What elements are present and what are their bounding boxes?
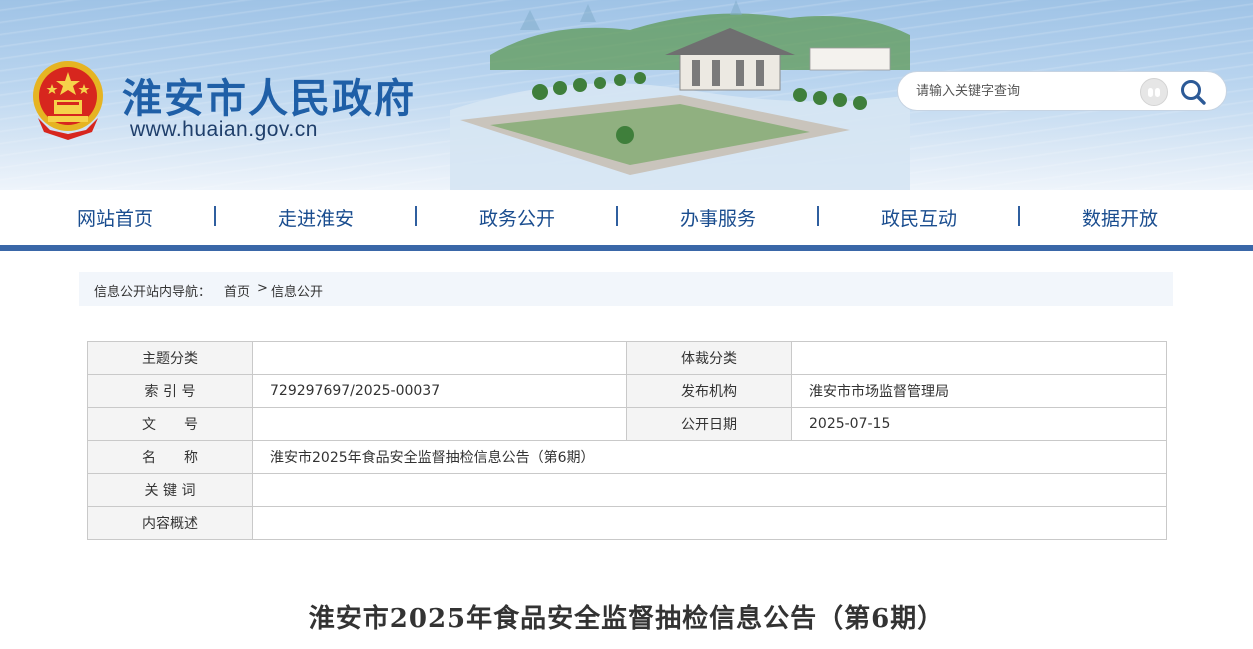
breadcrumb-prefix: 信息公开站内导航：	[94, 285, 212, 300]
voice-search-icon[interactable]	[1140, 78, 1168, 106]
keywords-label: 关 键 词	[87, 473, 253, 507]
table-row: 索 引 号 729297697/2025-00037 发布机构 淮安市市场监督管…	[87, 374, 1167, 408]
landscape-illustration	[450, 0, 910, 190]
nav-separator	[415, 206, 417, 226]
summary-value	[252, 506, 1167, 540]
publisher-value: 淮安市市场监督管理局	[791, 374, 1167, 408]
table-row: 名 称 淮安市2025年食品安全监督抽检信息公告（第6期）	[87, 440, 1167, 474]
date-label: 公开日期	[626, 407, 792, 441]
nav-separator	[214, 206, 216, 226]
nav-separator	[616, 206, 618, 226]
topic-value	[252, 341, 627, 375]
docno-label: 文 号	[87, 407, 253, 441]
table-row: 关 键 词	[87, 473, 1167, 507]
table-row: 文 号 公开日期 2025-07-15	[87, 407, 1167, 441]
summary-label: 内容概述	[87, 506, 253, 540]
topic-label: 主题分类	[87, 341, 253, 375]
genre-label: 体裁分类	[626, 341, 792, 375]
breadcrumb-current-link[interactable]: 信息公开	[271, 285, 323, 300]
index-label: 索 引 号	[87, 374, 253, 408]
breadcrumb: 信息公开站内导航： 首页 > 信息公开	[79, 272, 1173, 306]
name-label: 名 称	[87, 440, 253, 474]
main-nav: 网站首页 走进淮安 政务公开 办事服务 政民互动 数据开放	[0, 190, 1253, 245]
keywords-value	[252, 473, 1167, 507]
name-value: 淮安市2025年食品安全监督抽检信息公告（第6期）	[252, 440, 1167, 474]
nav-separator	[817, 206, 819, 226]
table-row: 内容概述	[87, 506, 1167, 540]
document-info-table: 主题分类 体裁分类 索 引 号 729297697/2025-00037 发布机…	[87, 341, 1167, 540]
search-box	[897, 71, 1227, 111]
genre-value	[791, 341, 1167, 375]
table-row: 主题分类 体裁分类	[87, 341, 1167, 375]
breadcrumb-separator: >	[257, 281, 268, 296]
nav-underline-bar	[0, 245, 1253, 251]
nav-services[interactable]: 办事服务	[680, 204, 756, 231]
nav-separator	[1018, 206, 1020, 226]
national-emblem-icon	[33, 61, 103, 140]
site-domain: www.huaian.gov.cn	[130, 118, 318, 141]
article-title: 淮安市2025年食品安全监督抽检信息公告（第6期）	[308, 604, 945, 634]
search-input[interactable]	[916, 80, 1136, 102]
nav-interaction[interactable]: 政民互动	[881, 204, 957, 231]
site-name: 淮安市人民政府	[122, 76, 416, 122]
header-banner: 淮安市人民政府 www.huaian.gov.cn	[0, 0, 1253, 190]
index-value: 729297697/2025-00037	[252, 374, 627, 408]
date-value: 2025-07-15	[791, 407, 1167, 441]
nav-government-affairs[interactable]: 政务公开	[479, 204, 555, 231]
publisher-label: 发布机构	[626, 374, 792, 408]
nav-home[interactable]: 网站首页	[77, 204, 153, 231]
nav-open-data[interactable]: 数据开放	[1082, 204, 1158, 231]
nav-about-huaian[interactable]: 走进淮安	[278, 204, 354, 231]
breadcrumb-home-link[interactable]: 首页	[224, 285, 250, 300]
docno-value	[252, 407, 627, 441]
magnifier-icon[interactable]	[1178, 77, 1208, 107]
